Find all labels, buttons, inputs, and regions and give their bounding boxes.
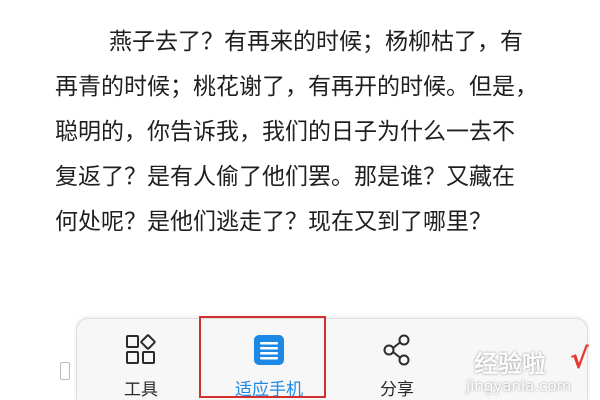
- article-line-2: 再青的时候；桃花谢了，有再开的时候。但是，: [55, 74, 538, 100]
- tools-button[interactable]: 工具: [77, 319, 205, 400]
- article-line-1: 燕子去了？有再来的时候；杨柳枯了，有: [109, 29, 523, 55]
- tools-label: 工具: [124, 380, 158, 400]
- grid-apps-icon: [124, 333, 158, 367]
- article-line-3: 聪明的，你告诉我，我们的日子为什么一去不: [55, 119, 515, 145]
- article-text: 燕子去了？有再来的时候；杨柳枯了，有 再青的时候；桃花谢了，有再开的时候。但是，…: [55, 20, 600, 245]
- reader-screen: 燕子去了？有再来的时候；杨柳枯了，有 再青的时候；桃花谢了，有再开的时候。但是，…: [0, 0, 600, 400]
- article-line-4: 复返了？是有人偷了他们罢。那是谁？又藏在: [55, 164, 515, 190]
- bottom-toolbar: 工具 适应手机 分享: [76, 318, 588, 400]
- highlight-annotation-box: [199, 316, 326, 398]
- share-label: 分享: [380, 380, 414, 400]
- share-button[interactable]: 分享: [333, 319, 461, 400]
- share-icon: [380, 333, 414, 367]
- side-handle[interactable]: [60, 362, 70, 380]
- article-line-5: 何处呢？是他们逃走了？现在又到了哪里？: [55, 209, 492, 235]
